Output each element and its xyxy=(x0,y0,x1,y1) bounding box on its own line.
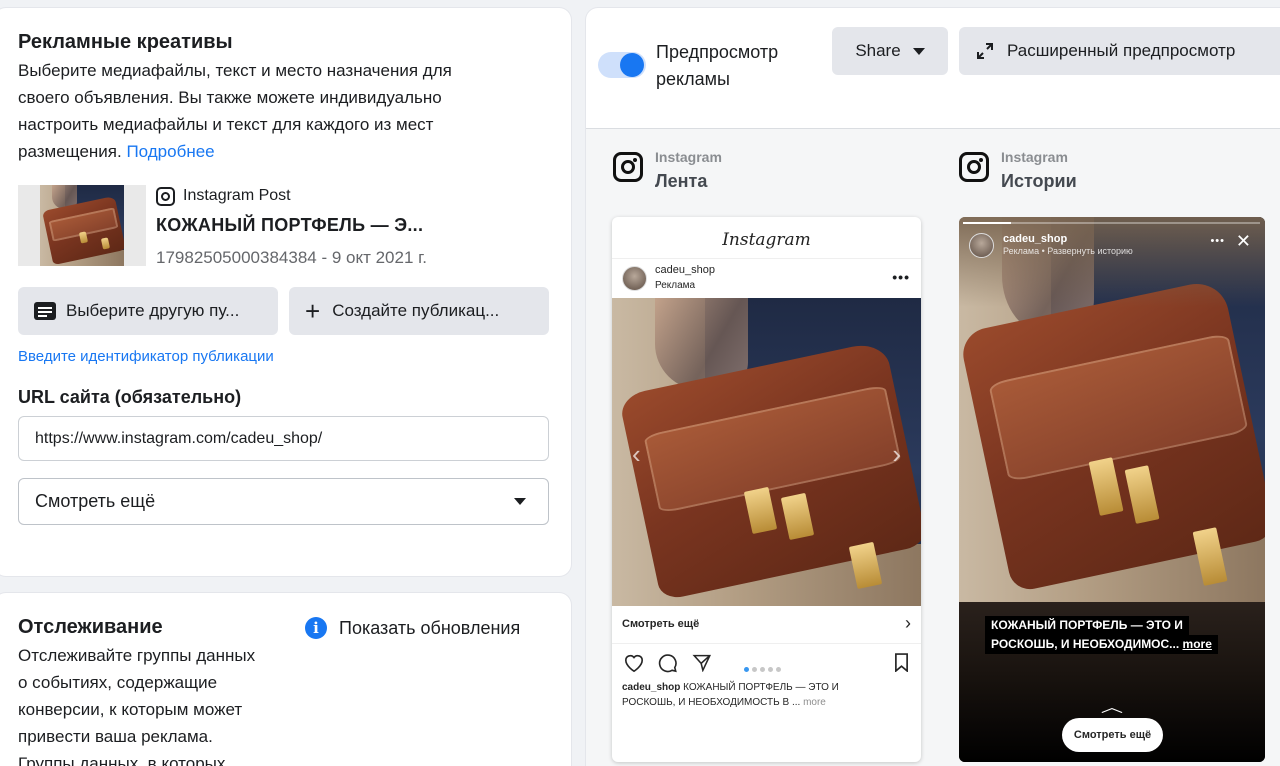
cta-select-value: Смотреть ещё xyxy=(35,491,156,511)
expand-icon xyxy=(977,43,993,59)
chevron-right-icon[interactable]: › xyxy=(892,439,901,470)
creatives-description-line: своего объявления. Вы также можете индив… xyxy=(18,88,442,107)
heart-icon[interactable] xyxy=(623,653,645,673)
feed-cta-bar[interactable]: Смотреть ещё › xyxy=(612,606,921,644)
feed-media-image xyxy=(612,298,921,606)
post-title: КОЖАНЫЙ ПОРТФЕЛЬ — Э... xyxy=(156,215,424,235)
toggle-knob xyxy=(620,53,644,77)
creatives-description-line: размещения. Подробнее xyxy=(18,138,563,165)
creatives-title: Рекламные креативы xyxy=(18,31,233,53)
tracking-title: Отслеживание xyxy=(18,616,163,638)
story-header-shade xyxy=(959,217,1265,307)
story-username: cadeu_shop xyxy=(1003,233,1068,245)
bookmark-icon[interactable] xyxy=(894,653,909,672)
chevron-left-icon[interactable]: ‹ xyxy=(632,439,641,470)
feed-caption-line: РОСКОШЬ, И НЕОБХОДИМОСТЬ В ... more xyxy=(622,695,912,710)
url-label: URL сайта (обязательно) xyxy=(18,387,242,407)
post-platform-label: Instagram Post xyxy=(183,187,291,204)
ad-preview-label: Предпросмотр рекламы xyxy=(656,39,778,93)
carousel-indicator xyxy=(744,659,784,677)
feed-caption-more[interactable]: more xyxy=(803,697,826,708)
ad-preview-toggle[interactable] xyxy=(598,52,646,78)
website-url-value: https://www.instagram.com/cadeu_shop/ xyxy=(35,429,323,447)
chevron-up-icon: ︿ xyxy=(1100,699,1124,715)
instagram-logo: Instagram xyxy=(612,217,921,259)
placement-platform: Instagram xyxy=(655,149,722,165)
story-cta-button[interactable]: Смотреть ещё xyxy=(1062,718,1163,752)
avatar xyxy=(622,266,647,291)
story-caption: КОЖАНЫЙ ПОРТФЕЛЬ — ЭТО И РОСКОШЬ, И НЕОБ… xyxy=(985,616,1218,654)
instagram-icon xyxy=(156,187,175,206)
placement-feed-title: Лента xyxy=(655,171,708,191)
enter-post-id-link[interactable]: Введите идентификатор публикации xyxy=(18,348,274,365)
instagram-icon xyxy=(613,152,643,182)
learn-more-link[interactable]: Подробнее xyxy=(126,142,214,161)
caret-down-icon xyxy=(514,498,526,505)
plus-icon: + xyxy=(305,296,321,326)
feed-caption-line: cadeu_shop КОЖАНЫЙ ПОРТФЕЛЬ — ЭТО И xyxy=(622,680,912,695)
feed-sponsored-label: Реклама xyxy=(655,280,696,291)
share-label: Share xyxy=(855,41,901,60)
advanced-preview-button[interactable]: Расширенный предпросмотр xyxy=(959,27,1280,75)
feed-caption: cadeu_shop КОЖАНЫЙ ПОРТФЕЛЬ — ЭТО И РОСК… xyxy=(622,680,912,710)
feed-cta-label: Смотреть ещё xyxy=(622,618,700,630)
create-post-label: Создайте публикац... xyxy=(332,301,500,320)
story-caption-text: РОСКОШЬ, И НЕОБХОДИМОС... xyxy=(991,637,1180,651)
creatives-description-text: размещения. xyxy=(18,142,122,161)
tracking-description: Отслеживайте группы данных о событиях, с… xyxy=(18,642,288,766)
create-post-button[interactable]: + Создайте публикац... xyxy=(289,287,549,335)
ad-preview-label-line: рекламы xyxy=(656,69,730,89)
feed-username: cadeu_shop xyxy=(655,264,715,276)
feed-preview[interactable]: Instagram cadeu_shop Реклама ••• ‹ › Смо… xyxy=(612,217,921,762)
close-icon[interactable]: ✕ xyxy=(1236,232,1251,250)
feed-caption-text: КОЖАНЫЙ ПОРТФЕЛЬ — ЭТО И xyxy=(683,682,839,693)
post-meta: 17982505000384384 - 9 окт 2021 г. xyxy=(156,248,427,267)
more-options-icon[interactable]: ••• xyxy=(892,269,910,285)
placement-stories-title: Истории xyxy=(1001,171,1077,191)
story-preview[interactable]: cadeu_shop Реклама • Развернуть историю … xyxy=(959,217,1265,762)
post-thumbnail-image xyxy=(40,185,124,266)
advanced-preview-label: Расширенный предпросмотр xyxy=(1007,41,1236,60)
feed-caption-username: cadeu_shop xyxy=(622,682,681,693)
story-subline: Реклама • Развернуть историю xyxy=(1003,246,1133,256)
show-updates-button[interactable]: Показать обновления xyxy=(339,618,520,639)
story-caption-line: РОСКОШЬ, И НЕОБХОДИМОС... more xyxy=(985,635,1218,654)
choose-other-post-label: Выберите другую пу... xyxy=(66,301,240,320)
comment-icon[interactable] xyxy=(657,653,678,673)
story-progress-track xyxy=(963,222,1260,224)
tracking-line: привести ваша реклама. xyxy=(18,727,213,746)
story-caption-more[interactable]: more xyxy=(1183,637,1212,651)
feed-caption-text: РОСКОШЬ, И НЕОБХОДИМОСТЬ В ... xyxy=(622,697,801,708)
info-icon: i xyxy=(305,617,327,639)
cta-select[interactable]: Смотреть ещё xyxy=(18,478,549,525)
instagram-icon xyxy=(959,152,989,182)
caret-down-icon xyxy=(912,47,925,55)
send-icon[interactable] xyxy=(692,653,712,672)
creatives-description-line: настроить медиафайлы и текст для каждого… xyxy=(18,115,434,134)
post-thumbnail xyxy=(18,185,146,266)
story-progress-fill xyxy=(963,222,1011,224)
post-list-icon xyxy=(34,302,56,320)
creatives-description: Выберите медиафайлы, текст и место назна… xyxy=(18,57,563,165)
website-url-input[interactable]: https://www.instagram.com/cadeu_shop/ xyxy=(18,416,549,461)
tracking-line: конверсии, к которым может xyxy=(18,700,243,719)
choose-other-post-button[interactable]: Выберите другую пу... xyxy=(18,287,278,335)
share-button[interactable]: Share xyxy=(832,27,948,75)
avatar xyxy=(969,233,994,258)
tracking-line: Отслеживайте группы данных xyxy=(18,646,256,665)
story-caption-line: КОЖАНЫЙ ПОРТФЕЛЬ — ЭТО И xyxy=(985,616,1189,635)
placement-platform: Instagram xyxy=(1001,149,1068,165)
more-options-icon[interactable]: ••• xyxy=(1210,235,1225,247)
tracking-line: Группы данных, в которых xyxy=(18,754,226,766)
ad-preview-label-line: Предпросмотр xyxy=(656,42,779,62)
chevron-right-icon: › xyxy=(905,613,911,633)
tracking-line: о событиях, содержащие xyxy=(18,673,218,692)
creatives-description-line: Выберите медиафайлы, текст и место назна… xyxy=(18,61,452,80)
